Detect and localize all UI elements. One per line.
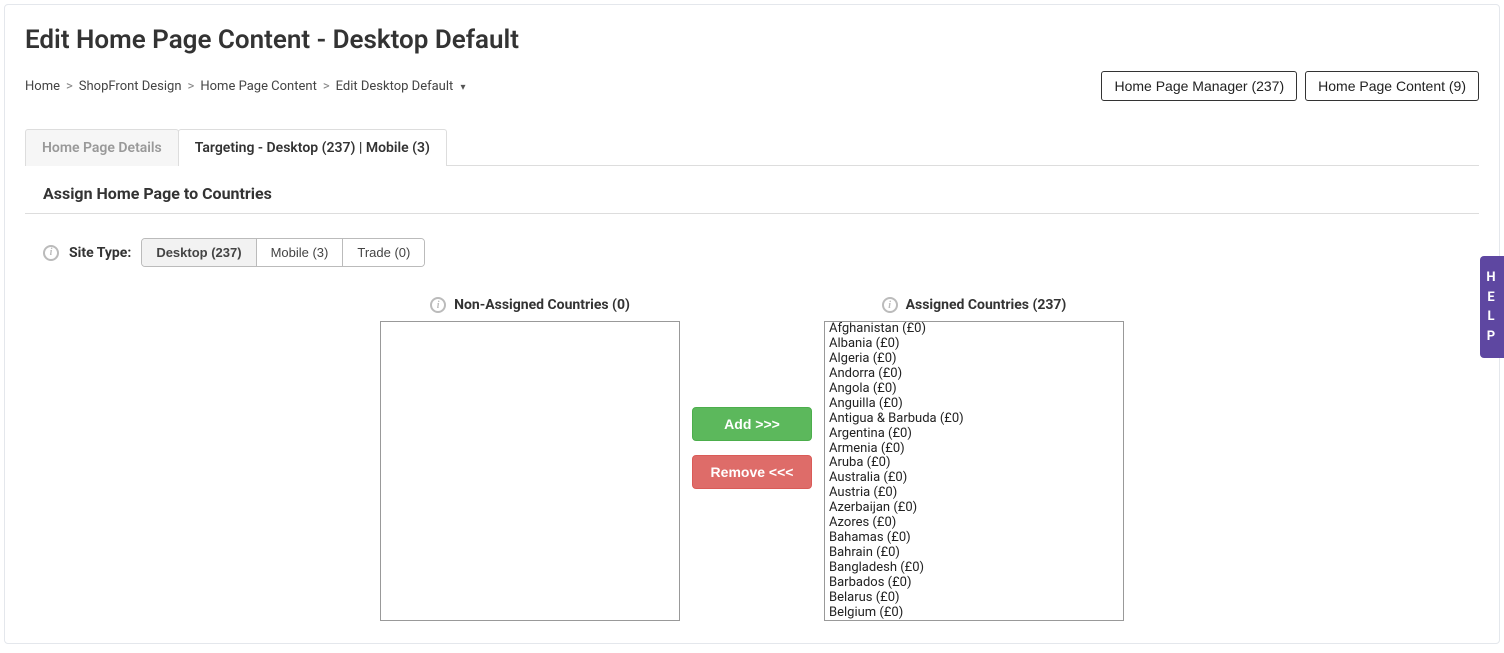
home-page-manager-button[interactable]: Home Page Manager (237) [1101, 71, 1297, 101]
list-item[interactable]: Algeria (£0) [825, 352, 1123, 367]
list-item[interactable]: Armenia (£0) [825, 442, 1123, 457]
list-item[interactable]: Antigua & Barbuda (£0) [825, 412, 1123, 427]
breadcrumb-edit-desktop-label: Edit Desktop Default [336, 79, 454, 94]
help-letter: E [1487, 288, 1496, 308]
page-title: Edit Home Page Content - Desktop Default [25, 25, 1479, 55]
info-icon[interactable]: i [430, 297, 446, 313]
breadcrumb-edit-desktop[interactable]: Edit Desktop Default ▾ [336, 79, 466, 94]
tab-targeting[interactable]: Targeting - Desktop (237) | Mobile (3) [178, 129, 447, 166]
add-button[interactable]: Add >>> [692, 407, 812, 441]
breadcrumb-shopfront[interactable]: ShopFront Design [79, 79, 182, 94]
list-item[interactable]: Bangladesh (£0) [825, 561, 1123, 576]
list-item[interactable]: Bahamas (£0) [825, 531, 1123, 546]
chevron-down-icon: ▾ [461, 82, 466, 93]
assigned-countries-list[interactable]: Afghanistan (£0)Albania (£0)Algeria (£0)… [824, 321, 1124, 621]
list-item[interactable]: Austria (£0) [825, 486, 1123, 501]
site-type-mobile-button[interactable]: Mobile (3) [257, 239, 344, 266]
list-item[interactable]: Anguilla (£0) [825, 397, 1123, 412]
list-item[interactable]: Albania (£0) [825, 337, 1123, 352]
list-item[interactable]: Belgium (£0) [825, 606, 1123, 621]
site-type-desktop-button[interactable]: Desktop (237) [142, 239, 256, 266]
help-letter: P [1487, 327, 1497, 347]
list-item[interactable]: Bahrain (£0) [825, 546, 1123, 561]
assigned-countries-label: Assigned Countries (237) [906, 297, 1067, 313]
remove-button[interactable]: Remove <<< [692, 455, 812, 489]
breadcrumb: Home > ShopFront Design > Home Page Cont… [25, 79, 466, 94]
list-item[interactable]: Angola (£0) [825, 382, 1123, 397]
list-item[interactable]: Afghanistan (£0) [825, 322, 1123, 337]
list-item[interactable]: Argentina (£0) [825, 427, 1123, 442]
section-title-assign-countries: Assign Home Page to Countries [25, 184, 1479, 214]
help-letter: L [1487, 307, 1496, 327]
breadcrumb-separator: > [323, 79, 330, 94]
tab-bar: Home Page Details Targeting - Desktop (2… [25, 129, 1479, 166]
tab-home-page-details[interactable]: Home Page Details [25, 129, 179, 166]
list-item[interactable]: Azores (£0) [825, 516, 1123, 531]
info-icon[interactable]: i [882, 297, 898, 313]
list-item[interactable]: Barbados (£0) [825, 576, 1123, 591]
list-item[interactable]: Andorra (£0) [825, 367, 1123, 382]
non-assigned-countries-list[interactable] [380, 321, 680, 621]
help-letter: H [1486, 268, 1497, 288]
site-type-segmented: Desktop (237) Mobile (3) Trade (0) [141, 238, 425, 267]
list-item[interactable]: Australia (£0) [825, 471, 1123, 486]
breadcrumb-separator: > [188, 79, 195, 94]
list-item[interactable]: Belarus (£0) [825, 591, 1123, 606]
breadcrumb-home[interactable]: Home [25, 79, 60, 94]
list-item[interactable]: Azerbaijan (£0) [825, 501, 1123, 516]
breadcrumb-separator: > [66, 79, 73, 94]
help-tab-button[interactable]: H E L P [1480, 256, 1504, 358]
info-icon[interactable]: i [43, 245, 59, 261]
site-type-label: Site Type: [69, 245, 131, 261]
non-assigned-countries-label: Non-Assigned Countries (0) [454, 297, 630, 313]
list-item[interactable]: Aruba (£0) [825, 456, 1123, 471]
site-type-trade-button[interactable]: Trade (0) [343, 239, 424, 266]
home-page-content-button[interactable]: Home Page Content (9) [1305, 71, 1479, 101]
breadcrumb-homepage-content[interactable]: Home Page Content [200, 79, 316, 94]
